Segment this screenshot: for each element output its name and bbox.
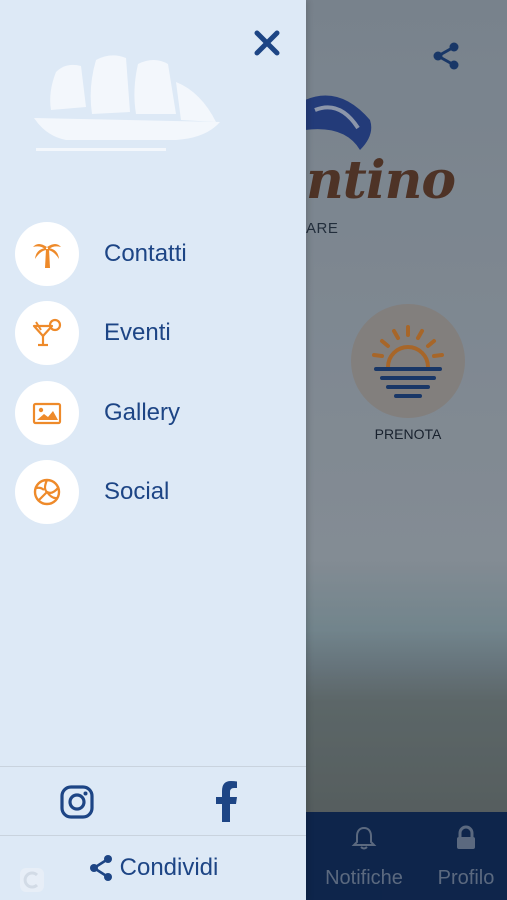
bell-icon [351,826,377,850]
menu-item-eventi[interactable]: Eventi [0,294,306,374]
palm-tree-icon [15,221,79,286]
image-icon [15,380,79,445]
facebook-icon[interactable] [212,780,240,822]
condividi-label: Condividi [119,854,219,881]
instagram-icon[interactable] [59,784,95,820]
tab-profilo-label: Profilo [437,867,495,889]
menu-item-label: Social [104,478,170,506]
tab-profilo[interactable]: Profilo [426,812,506,900]
menu-item-label: Eventi [104,319,171,347]
side-drawer: Contatti Eventi Gallery Social Condividi [0,0,306,900]
menu-item-gallery[interactable]: Gallery [0,373,306,453]
drawer-menu: Contatti Eventi Gallery Social [0,214,306,532]
share-icon [89,855,112,881]
tab-notifiche-label: Notifiche [325,867,403,889]
prenota-label: PRENOTA [374,426,442,442]
menu-item-label: Gallery [104,398,181,426]
close-icon [254,30,280,56]
app-badge-icon [20,868,44,892]
footer-divider-top [0,766,306,767]
menu-item-social[interactable]: Social [0,453,306,533]
close-button[interactable] [250,26,284,60]
brand-subtitle: ARE [306,220,339,237]
volleyball-icon [15,460,79,525]
sun-icon [372,325,444,398]
lock-icon [457,825,475,849]
prenota-button[interactable] [351,304,465,418]
bottom-tabbar: Notifiche Profilo [306,812,507,900]
brand-logo-text: ntino [306,150,456,211]
cocktail-icon [15,301,79,366]
share-icon[interactable] [430,40,462,72]
ship-logo [34,55,220,151]
menu-item-label: Contatti [104,239,187,267]
menu-item-contatti[interactable]: Contatti [0,214,306,294]
tab-notifiche[interactable]: Notifiche [318,812,410,900]
